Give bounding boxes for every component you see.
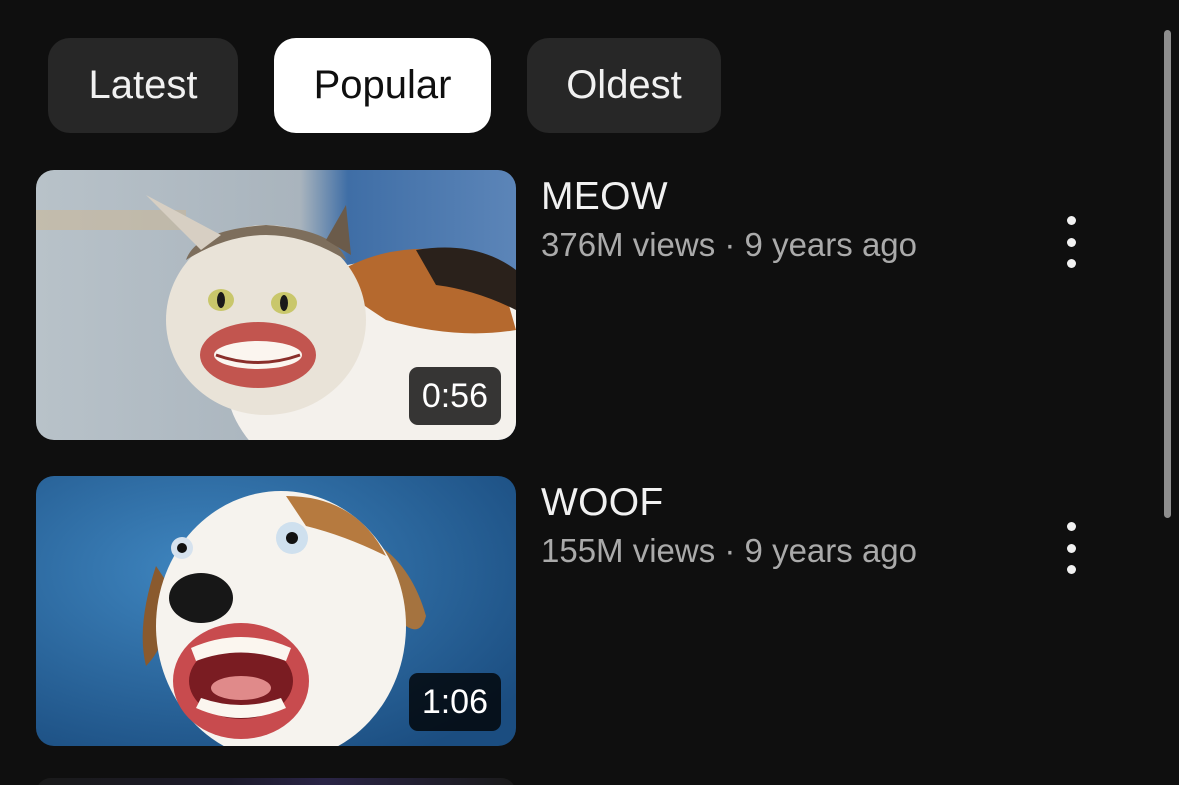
video-duration-text: 1:06 bbox=[421, 682, 488, 721]
more-options-icon[interactable] bbox=[1050, 516, 1092, 580]
video-meta: 376M views · 9 years ago bbox=[541, 226, 918, 263]
scrollbar-thumb[interactable] bbox=[1164, 30, 1171, 518]
filter-chip-popular-label: Popular bbox=[313, 63, 452, 107]
video-duration-badge: 1:06 bbox=[408, 673, 501, 731]
video-title[interactable]: WOOF bbox=[541, 481, 664, 525]
filter-chip-popular[interactable]: Popular bbox=[274, 38, 491, 133]
channel-videos-screen: Latest Popular Oldest 0:56 MEOW 376M vie… bbox=[0, 0, 1179, 785]
filter-chip-oldest[interactable]: Oldest bbox=[527, 38, 721, 133]
filter-chip-latest[interactable]: Latest bbox=[48, 38, 238, 133]
more-options-icon[interactable] bbox=[1050, 210, 1092, 274]
video-duration-badge: 0:56 bbox=[408, 367, 501, 425]
video-duration-text: 0:56 bbox=[421, 376, 488, 415]
video-thumbnail[interactable]: 0:56 bbox=[36, 170, 516, 440]
video-thumbnail[interactable]: 1:06 bbox=[36, 476, 516, 746]
filter-chip-latest-label: Latest bbox=[88, 63, 198, 107]
video-thumbnail-partial[interactable] bbox=[36, 778, 516, 785]
video-meta: 155M views · 9 years ago bbox=[541, 532, 918, 569]
video-title[interactable]: MEOW bbox=[541, 175, 668, 219]
filter-chip-oldest-label: Oldest bbox=[566, 63, 682, 107]
